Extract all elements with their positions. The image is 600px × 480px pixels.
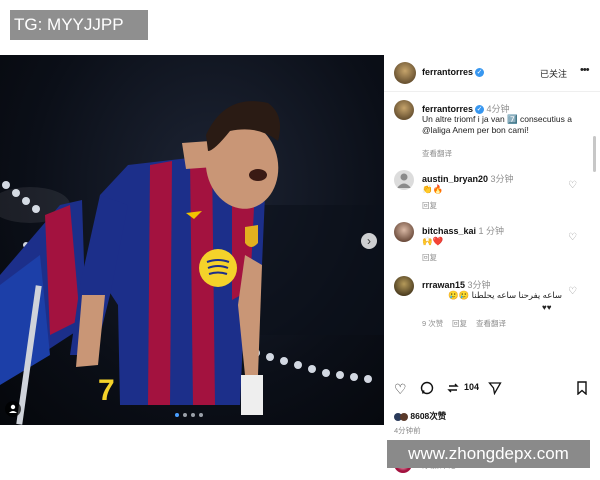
repost-icon[interactable] (446, 381, 460, 398)
comments-list[interactable]: ferrantorres ✓ 4分钟 Un altre triomf i ja v… (384, 92, 600, 380)
user-tag-icon[interactable] (5, 401, 21, 417)
comment-avatar[interactable] (394, 170, 414, 190)
comment-reply-link[interactable]: 回复 (422, 252, 437, 263)
comment-like-count: 9 次赞 (422, 319, 444, 328)
watermark-top: TG: MYYJJPP (10, 10, 148, 40)
post-side-panel: ferrantorres ✓ 已关注 ••• ferrantorres ✓ 4分钟 … (384, 55, 600, 473)
carousel-dot (183, 413, 187, 417)
watermark-bottom: www.zhongdepx.com (387, 440, 590, 468)
comment-reply-link[interactable]: 回复 (452, 318, 467, 329)
comment-like-heart-icon[interactable]: ♡ (568, 286, 577, 297)
caption-translate-link[interactable]: 查看翻译 (422, 148, 452, 159)
author-avatar[interactable] (394, 62, 416, 84)
comment-count: 104 (464, 382, 480, 392)
like-heart-icon[interactable]: ♡ (394, 381, 407, 398)
comment-avatar[interactable] (394, 276, 414, 296)
verified-badge-icon: ✓ (475, 68, 485, 78)
comment-username[interactable]: rrrawan15 (422, 280, 465, 290)
post-actions-bar: ♡ 104 (384, 381, 600, 403)
comment-time: 3分钟 (490, 174, 514, 184)
comments-scrollbar[interactable] (593, 136, 596, 172)
comment-translate-link[interactable]: 查看翻译 (476, 318, 506, 329)
comment-text: 👏🔥 (422, 184, 444, 194)
comment-like-heart-icon[interactable]: ♡ (568, 180, 577, 191)
carousel-dot (199, 413, 203, 417)
comment-time: 3分钟 (467, 280, 491, 290)
carousel-indicator (175, 413, 203, 417)
comment-reply-link[interactable]: 回复 (422, 200, 437, 211)
post-photo[interactable]: 7 › (0, 55, 384, 425)
caption-username[interactable]: ferrantorres (422, 104, 473, 114)
comment-username[interactable]: bitchass_kai (422, 226, 476, 236)
svg-text:7: 7 (98, 374, 115, 407)
comment-text: ساعه يفرحنا ساعه يحلطنا 🥲🥲 (448, 290, 562, 300)
caption-avatar[interactable] (394, 100, 414, 120)
liker-avatar-icon (400, 412, 408, 421)
comment-like-heart-icon[interactable]: ♡ (568, 232, 577, 243)
post-header: ferrantorres ✓ 已关注 ••• (384, 55, 600, 92)
comment-username[interactable]: austin_bryan20 (422, 174, 488, 184)
caption-text: Un altre triomf i ja van 7️⃣ consecutius… (422, 114, 572, 135)
share-send-icon[interactable] (488, 381, 502, 398)
comment-avatar[interactable] (394, 222, 414, 242)
verified-badge-icon: ✓ (475, 105, 485, 115)
carousel-next-button[interactable]: › (361, 233, 377, 249)
carousel-dot (191, 413, 195, 417)
more-options-icon[interactable]: ••• (580, 64, 590, 76)
comment-bubble-icon[interactable] (420, 381, 434, 398)
carousel-dot-active (175, 413, 179, 417)
post-timestamp: 4分钟前 (394, 426, 421, 435)
comment-text-end: ♥♥ (542, 303, 552, 312)
follow-status-button[interactable]: 已关注 (540, 67, 567, 80)
bookmark-icon[interactable] (576, 381, 588, 398)
comment-time: 1 分钟 (478, 226, 505, 236)
likes-count[interactable]: 8608次赞 (410, 411, 446, 421)
player-illustration: 7 (0, 101, 384, 425)
caption-time: 4分钟 (486, 104, 510, 114)
author-username[interactable]: ferrantorres (422, 67, 473, 77)
comment-text: 🙌❤️ (422, 236, 444, 246)
